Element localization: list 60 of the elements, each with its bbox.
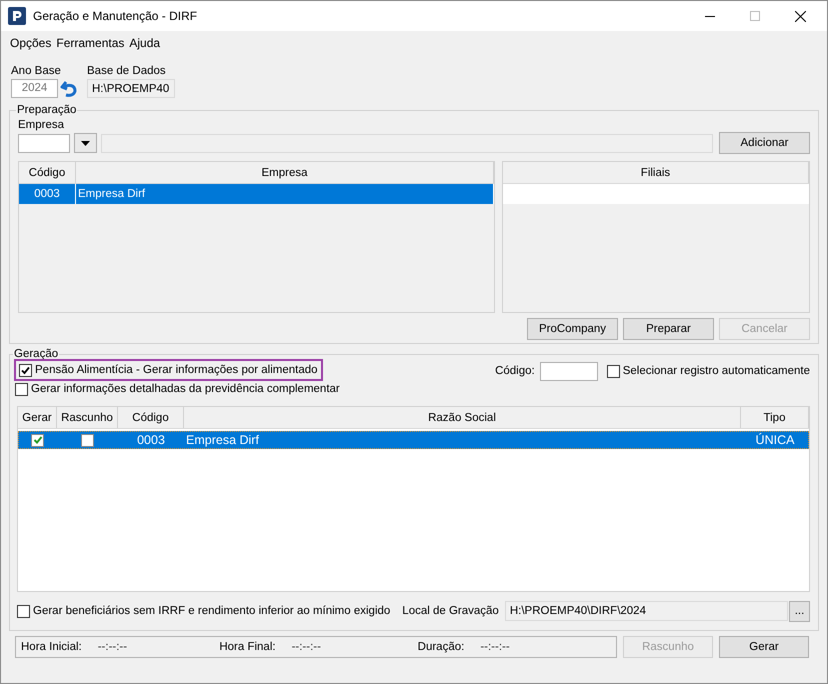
column-header: Tipo (741, 407, 809, 428)
status-value: --:--:-- (98, 641, 128, 653)
column-header: Razão Social (184, 407, 741, 428)
checkbox-label: Pensão Alimentícia - Gerar informações por alimentado (35, 364, 318, 376)
status-value: --:--:-- (480, 641, 510, 653)
group-title: Preparação (16, 104, 78, 116)
status-value: --:--:-- (292, 641, 321, 653)
field-label: Local de Gravação (402, 605, 499, 617)
year-field[interactable]: 2024 (11, 78, 58, 98)
group-title: Geração (13, 348, 60, 360)
checkbox-label: Selecionar registro automaticamente (622, 365, 810, 377)
status-label: Hora Inicial: (21, 641, 82, 653)
table-cell: Empresa Dirf (76, 184, 494, 204)
checkbox-label: Gerar informações detalhadas da previdência complementar (31, 383, 340, 395)
save-path-field: H:\PROEMP40\DIRF\2024 (504, 601, 788, 621)
checkbox[interactable] (606, 364, 620, 378)
code-field[interactable] (540, 362, 598, 380)
table-row[interactable]: 0003 Empresa Dirf ÚNICA (18, 431, 809, 449)
company-code-field[interactable] (18, 134, 70, 152)
menu-item[interactable]: Opções (10, 36, 52, 50)
column-header: Gerar (18, 407, 57, 428)
table-cell-text: Empresa Dirf (185, 432, 260, 449)
column-header: Código (118, 407, 184, 428)
field-label: Ano Base (11, 65, 62, 77)
field-label: Código: (495, 365, 535, 377)
column-header: Rascunho (57, 407, 118, 428)
field-label: Base de Dados (87, 65, 167, 77)
action-button[interactable]: Gerar (719, 636, 809, 658)
checkbox[interactable] (19, 364, 32, 376)
table-row[interactable]: 0003 Empresa Dirf (19, 184, 494, 204)
menu-item[interactable]: Ferramentas (56, 36, 124, 50)
checkbox-option[interactable]: Gerar beneficiários sem IRRF e rendimento inferior ao mínimo exigido (17, 602, 390, 620)
column-header: Filiais (503, 162, 809, 183)
window-title: Geração e Manutenção - DIRF (33, 9, 198, 23)
database-field: H:\PROEMP40 (87, 79, 175, 98)
menu-item[interactable]: Ajuda (129, 36, 160, 50)
column-header: Empresa (76, 162, 494, 183)
table-cell-text: ÚNICA (754, 432, 796, 449)
field-label: Empresa (18, 119, 66, 131)
checkbox-option[interactable]: Pensão Alimentícia - Gerar informações por alimentado (16, 361, 321, 379)
caret-icon (81, 140, 90, 146)
checkbox[interactable] (31, 434, 44, 446)
table-cell-text: 0003 (136, 432, 166, 449)
checkbox[interactable] (81, 434, 94, 446)
close-icon[interactable] (795, 10, 806, 22)
action-button[interactable]: ProCompany (527, 318, 618, 340)
dropdown-button[interactable] (74, 133, 97, 153)
add-button[interactable]: Adicionar (719, 132, 810, 154)
checkbox[interactable] (17, 604, 30, 618)
browse-button[interactable]: ... (789, 600, 810, 622)
status-label: Hora Final: (219, 641, 276, 653)
action-button[interactable]: Preparar (623, 318, 714, 340)
checkbox-option[interactable]: Gerar informações detalhadas da previdência complementar (15, 380, 340, 398)
checkbox-label: Gerar beneficiários sem IRRF e rendimento inferior ao mínimo exigido (33, 605, 390, 617)
status-label: Duração: (418, 641, 464, 653)
checkbox-option[interactable]: Selecionar registro automaticamente (606, 362, 810, 380)
column-header: Código (19, 162, 76, 183)
checkbox[interactable] (15, 382, 28, 396)
table-cell: 0003 (19, 184, 76, 204)
app-logo-icon (8, 7, 26, 25)
